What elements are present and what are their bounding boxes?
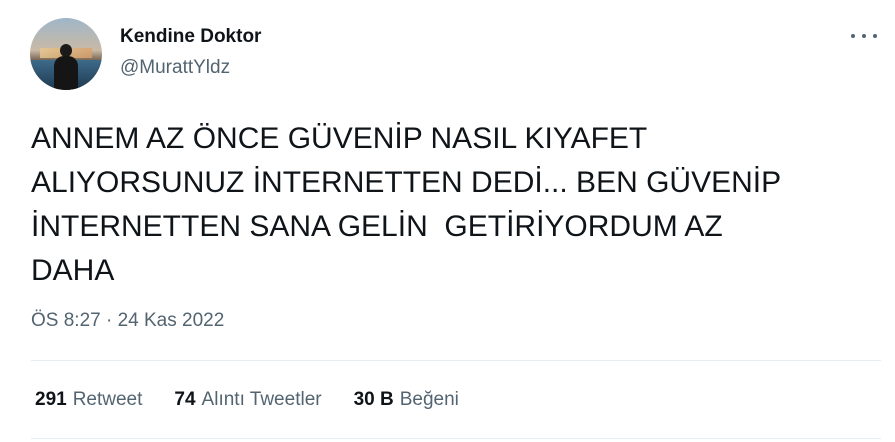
more-options-icon[interactable] bbox=[851, 27, 877, 45]
quotes-label: Alıntı Tweetler bbox=[201, 389, 322, 410]
more-dot bbox=[862, 34, 866, 38]
quotes-stat[interactable]: 74 Alıntı Tweetler bbox=[174, 389, 321, 411]
tweet-timestamp[interactable]: ÖS 8:27 · 24 Kas 2022 bbox=[31, 310, 224, 332]
retweets-count: 291 bbox=[35, 389, 67, 410]
more-dot bbox=[873, 34, 877, 38]
quotes-count: 74 bbox=[174, 389, 196, 410]
divider bbox=[31, 438, 881, 439]
divider bbox=[31, 360, 881, 361]
avatar-person-body bbox=[54, 56, 78, 90]
likes-label: Beğeni bbox=[399, 389, 459, 410]
more-dot bbox=[851, 34, 855, 38]
avatar[interactable] bbox=[30, 18, 102, 90]
author-handle[interactable]: @MurattYldz bbox=[120, 57, 230, 79]
retweets-stat[interactable]: 291 Retweet bbox=[35, 389, 142, 411]
likes-stat[interactable]: 30 B Beğeni bbox=[354, 389, 459, 411]
likes-count: 30 B bbox=[353, 389, 394, 410]
retweets-label: Retweet bbox=[72, 389, 143, 410]
tweet-text: ANNEM AZ ÖNCE GÜVENİP NASIL KIYAFET ALIY… bbox=[31, 122, 782, 287]
tweet-stats: 291 Retweet 74 Alıntı Tweetler 30 B Beğe… bbox=[35, 389, 491, 411]
tweet-card: Kendine Doktor @MurattYldz ANNEM AZ ÖNCE… bbox=[0, 0, 895, 442]
author-display-name[interactable]: Kendine Doktor bbox=[120, 26, 261, 48]
